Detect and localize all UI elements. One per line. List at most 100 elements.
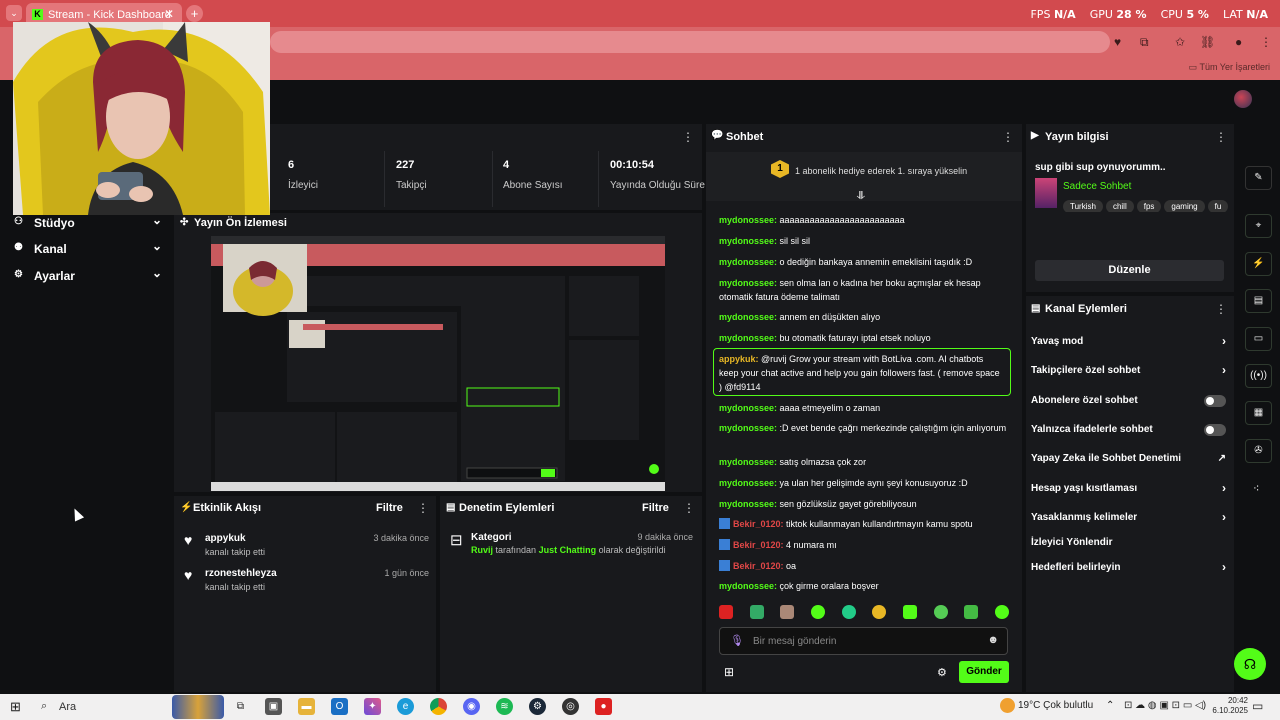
action-account-age[interactable]: Hesap yaşı kısıtlaması › <box>1031 481 1226 497</box>
link-icon[interactable]: ⛓ <box>1200 35 1215 49</box>
chevron-up-icon[interactable]: ⌃ <box>1106 700 1114 711</box>
pin-toggle-icon[interactable]: ⥥ <box>857 190 865 203</box>
weather-text[interactable]: 19°C Çok bulutlu <box>1018 700 1093 711</box>
chat-username[interactable]: mydonossee: <box>719 499 777 509</box>
activity-filter-button[interactable]: Filtre <box>376 502 403 514</box>
chat-username[interactable]: mydonossee: <box>719 478 777 488</box>
tag-chip[interactable]: fu <box>1207 200 1229 212</box>
outlook-icon[interactable]: O <box>331 698 348 715</box>
clip-icon[interactable]: ⌖ <box>1245 214 1272 238</box>
all-bookmarks[interactable]: ▭ Tüm Yer İşaretleri <box>1189 62 1270 73</box>
chat-username[interactable]: mydonossee: <box>719 257 777 267</box>
subscribers-only-toggle[interactable] <box>1204 395 1226 407</box>
edge-icon[interactable]: e <box>397 698 414 715</box>
search-highlight-image[interactable] <box>172 695 224 719</box>
more-icon[interactable]: ⋮ <box>682 130 694 144</box>
emote-icon[interactable] <box>719 605 733 619</box>
emoji-icon[interactable]: ☻ <box>987 634 999 646</box>
action-followers-only[interactable]: Takipçilere özel sohbet › <box>1031 363 1226 379</box>
sidebar-item-studio[interactable]: ⚇ Stüdyo ⌄ <box>14 213 162 234</box>
chat-username[interactable]: mydonossee: <box>719 581 777 591</box>
tag-chip[interactable]: chill <box>1105 200 1134 212</box>
chat-username[interactable]: mydonossee: <box>719 236 777 246</box>
spotify-icon[interactable]: ≋ <box>496 698 513 715</box>
tag-chip[interactable]: Turkish <box>1063 200 1103 212</box>
steam-icon[interactable]: ⚙ <box>529 698 546 715</box>
chat-username[interactable]: Bekir_0120: <box>733 540 784 550</box>
more-icon[interactable]: ⋮ <box>417 501 429 515</box>
tag-chip[interactable]: fps <box>1136 200 1162 212</box>
more-icon[interactable]: ⋮ <box>1215 302 1227 316</box>
chat-username[interactable]: mydonossee: <box>719 215 777 225</box>
action-slow-mode[interactable]: Yavaş mod › <box>1031 334 1226 350</box>
chat-username[interactable]: Bekir_0120: <box>733 561 784 571</box>
send-button[interactable]: Gönder <box>959 661 1009 683</box>
more-icon[interactable]: ⋮ <box>683 501 695 515</box>
emote-icon[interactable] <box>933 605 948 619</box>
user-avatar[interactable] <box>1234 90 1252 108</box>
clock[interactable]: 20:42 6.10.2025 <box>1212 696 1248 716</box>
extensions-icon[interactable]: ⧉ <box>1140 35 1149 50</box>
chrome-icon[interactable] <box>430 698 447 715</box>
action-banned-words[interactable]: Yasaklanmış kelimeler › <box>1031 510 1226 526</box>
action-host-viewers[interactable]: İzleyici Yönlendir <box>1031 537 1226 551</box>
layout-icon[interactable]: ▦ <box>1245 401 1272 425</box>
profile-icon[interactable]: ● <box>1235 35 1242 49</box>
windows-start-icon[interactable]: ⊞ <box>10 699 21 715</box>
chat-icon[interactable]: ▭ <box>1245 327 1272 351</box>
action-set-goals[interactable]: Hedefleri belirleyin › <box>1031 560 1226 576</box>
obs-icon[interactable]: ◎ <box>562 698 579 715</box>
edit-stream-button[interactable]: Düzenle <box>1035 260 1224 281</box>
chat-username[interactable]: Bekir_0120: <box>733 519 784 529</box>
chat-input[interactable]: 🎙 Bir mesaj gönderin ☻ <box>719 627 1008 655</box>
chat-username[interactable]: mydonossee: <box>719 333 777 343</box>
system-tray-icons[interactable]: ⊡ ☁ ◍ ▣ ⊡ ▭ ◁) <box>1124 700 1206 711</box>
stream-category[interactable]: Sadece Sohbet <box>1063 181 1131 192</box>
emote-icon[interactable] <box>780 605 795 619</box>
discord-icon[interactable]: ◉ <box>463 698 480 715</box>
share-icon[interactable]: ⁖ <box>1253 482 1259 495</box>
task-view-icon[interactable]: ⧉ <box>232 698 249 715</box>
chat-username[interactable]: mydonossee: <box>719 278 777 288</box>
more-icon[interactable]: ⋮ <box>1002 130 1014 144</box>
menu-dots-icon[interactable]: ⋮ <box>1260 35 1272 49</box>
address-bar[interactable] <box>270 31 1110 53</box>
microphone-icon[interactable]: 🎙 <box>730 634 744 647</box>
chat-username[interactable]: mydonossee: <box>719 423 777 433</box>
bookmark-star-icon[interactable]: ✩ <box>1175 35 1185 49</box>
tag-chip[interactable]: gaming <box>1164 200 1205 212</box>
gift-icon[interactable]: ⊞ <box>724 665 734 679</box>
emote-icon[interactable] <box>902 605 917 619</box>
sidebar-item-channel[interactable]: ⚉ Kanal ⌄ <box>14 239 162 260</box>
close-tab-icon[interactable]: ✕ <box>164 7 174 21</box>
extension-red-icon[interactable]: ♥ <box>1114 35 1121 49</box>
emote-icon[interactable] <box>872 605 887 619</box>
emote-icon[interactable] <box>810 605 825 619</box>
pencil-icon[interactable]: ✎ <box>1245 166 1272 190</box>
chat-username[interactable]: mydonossee: <box>719 457 777 467</box>
chat-username[interactable]: mydonossee: <box>719 312 777 322</box>
copilot-icon[interactable]: ✦ <box>364 698 381 715</box>
notifications-icon[interactable]: ▭ <box>1252 699 1263 713</box>
wrench-icon[interactable]: ✇ <box>1245 439 1272 463</box>
broadcast-icon[interactable]: ((•)) <box>1245 364 1272 388</box>
support-headset-icon[interactable]: ☊ <box>1234 648 1266 680</box>
emote-icon[interactable] <box>841 605 856 619</box>
chat-username[interactable]: appykuk: <box>719 354 759 364</box>
tab-search-icon[interactable]: ⌄ <box>6 5 22 21</box>
chat-settings-icon[interactable]: ⚙ <box>937 666 947 679</box>
more-icon[interactable]: ⋮ <box>1215 130 1227 144</box>
modlog-actor[interactable]: Ruvij <box>471 545 493 555</box>
weather-icon[interactable] <box>1000 698 1015 713</box>
file-explorer-icon[interactable]: ▬ <box>298 698 315 715</box>
event-user[interactable]: rzonestehleyza <box>205 568 277 579</box>
clipboard-icon[interactable]: ▤ <box>1245 289 1272 313</box>
event-user[interactable]: appykuk <box>205 533 246 544</box>
new-tab-button[interactable]: + <box>186 5 203 22</box>
emote-icon[interactable] <box>994 605 1009 619</box>
modlog-filter-button[interactable]: Filtre <box>642 502 669 514</box>
chat-username[interactable]: mydonossee: <box>719 403 777 413</box>
action-ai-moderation[interactable]: Yapay Zeka ile Sohbet Denetimi ↗ <box>1031 453 1226 467</box>
emote-only-toggle[interactable] <box>1204 424 1226 436</box>
sidebar-item-settings[interactable]: ⚙ Ayarlar ⌄ <box>14 266 162 287</box>
